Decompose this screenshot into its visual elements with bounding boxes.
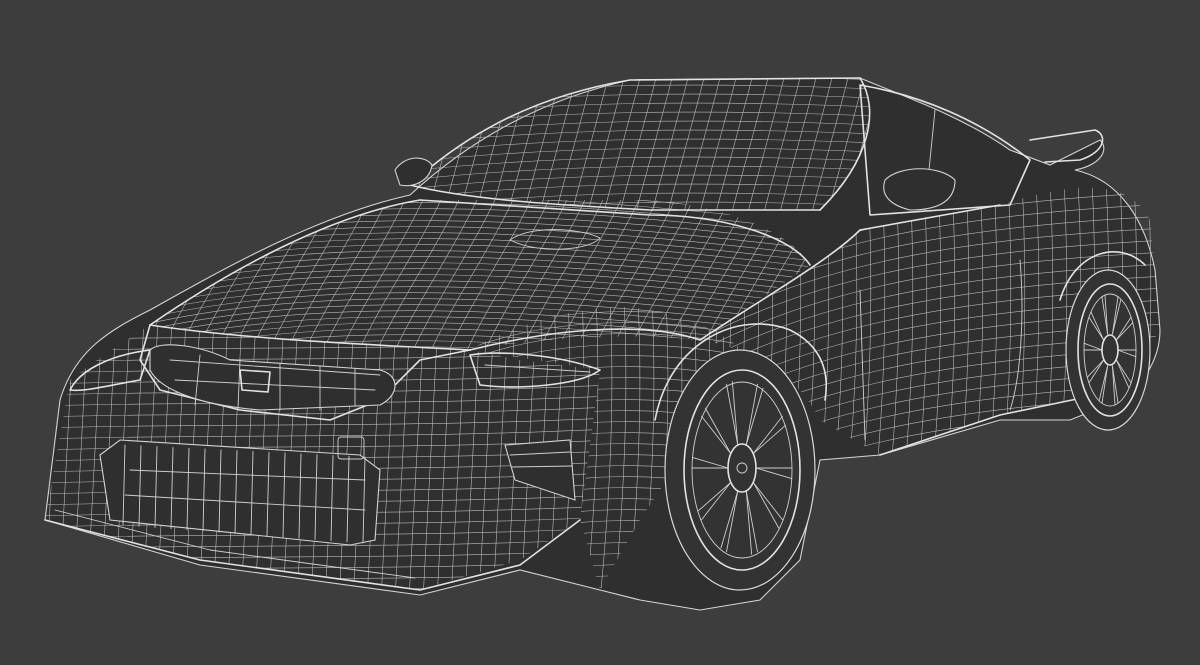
rear-wheel [1065,269,1151,431]
car-wireframe-render [44,77,1161,611]
front-wheel [664,349,816,591]
viewport-3d[interactable] [0,0,1200,665]
